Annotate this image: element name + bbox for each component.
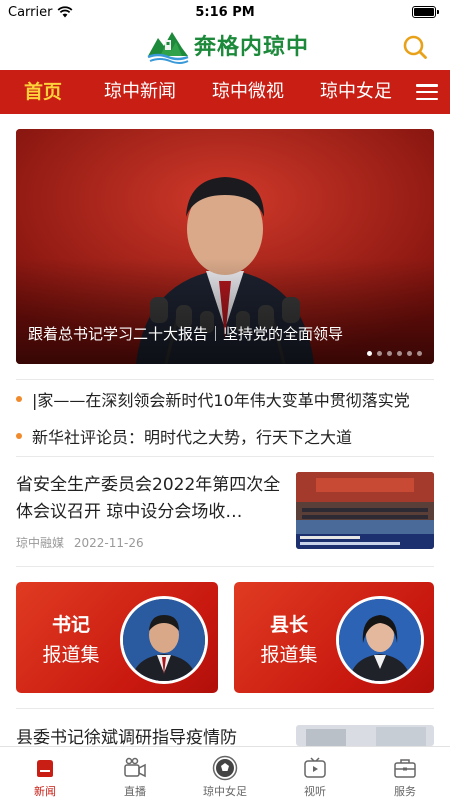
card-title: 县长 bbox=[269, 614, 308, 636]
briefcase-icon bbox=[394, 759, 416, 778]
carousel-dot bbox=[387, 351, 392, 356]
divider bbox=[16, 456, 434, 457]
carousel-dot bbox=[397, 351, 402, 356]
bullet-icon bbox=[16, 433, 22, 439]
tab-label: 直播 bbox=[124, 785, 146, 798]
news-thumbnail bbox=[296, 725, 434, 746]
tab-audio-video[interactable]: 视听 bbox=[270, 747, 360, 800]
banner-caption: 跟着总书记学习二十大报告｜坚持党的全面领导 bbox=[28, 325, 344, 343]
nav-tab-qiongzhong-football[interactable]: 琼中女足 bbox=[302, 70, 410, 114]
banner-carousel[interactable]: 跟着总书记学习二十大报告｜坚持党的全面领导 bbox=[16, 129, 434, 364]
nav-tab-home[interactable]: 首页 bbox=[0, 70, 86, 114]
carousel-indicator bbox=[367, 351, 422, 356]
news-item[interactable]: 省安全生产委员会2022年第四次全体会议召开 琼中设分会场收… 琼中融媒 202… bbox=[16, 472, 434, 556]
app-header: 奔格内琼中 bbox=[0, 24, 450, 70]
divider bbox=[16, 379, 434, 380]
carousel-dot bbox=[367, 351, 372, 356]
tab-live[interactable]: 直播 bbox=[90, 747, 180, 800]
status-bar: Carrier 5:16 PM bbox=[0, 0, 450, 24]
carousel-dot bbox=[407, 351, 412, 356]
secretary-report-card[interactable]: 书记 报道集 bbox=[16, 582, 218, 693]
news-title: 县委书记徐斌调研指导疫情防 bbox=[16, 728, 237, 746]
news-thumbnail bbox=[296, 472, 434, 549]
headline-text: 新华社评论员：明时代之大势，行天下之大道 bbox=[32, 428, 353, 447]
headline-item[interactable]: 新华社评论员：明时代之大势，行天下之大道 bbox=[16, 423, 436, 449]
nav-tab-qiongzhong-news[interactable]: 琼中新闻 bbox=[86, 70, 194, 114]
news-item[interactable]: 县委书记徐斌调研指导疫情防 bbox=[16, 725, 434, 746]
avatar bbox=[120, 596, 208, 684]
tab-label: 视听 bbox=[304, 785, 326, 798]
tab-news[interactable]: 新闻 bbox=[0, 747, 90, 800]
carousel-dot bbox=[417, 351, 422, 356]
card-subtitle: 报道集 bbox=[42, 644, 100, 666]
bullet-icon bbox=[16, 396, 22, 402]
soccer-ball-icon bbox=[212, 755, 238, 781]
battery-icon bbox=[412, 6, 439, 18]
news-title: 省安全生产委员会2022年第四次全体会议召开 琼中设分会场收… bbox=[16, 475, 281, 522]
card-subtitle: 报道集 bbox=[260, 644, 318, 666]
tab-label: 琼中女足 bbox=[203, 785, 247, 798]
menu-icon[interactable] bbox=[416, 82, 438, 102]
nav-tab-qiongzhong-video[interactable]: 琼中微视 bbox=[194, 70, 302, 114]
card-title: 书记 bbox=[51, 614, 90, 636]
tab-label: 新闻 bbox=[34, 785, 56, 798]
divider bbox=[16, 708, 434, 709]
tab-qiongzhong-football[interactable]: 琼中女足 bbox=[180, 747, 270, 800]
news-icon bbox=[37, 760, 53, 777]
logo-mountain-icon bbox=[147, 32, 189, 64]
tv-play-icon bbox=[304, 757, 326, 778]
divider bbox=[16, 566, 434, 567]
app-logo: 奔格内琼中 bbox=[146, 26, 309, 64]
headline-item[interactable]: |家——在深刻领会新时代10年伟大变革中贯彻落实党 bbox=[16, 386, 436, 412]
tab-label: 服务 bbox=[394, 785, 416, 798]
tab-services[interactable]: 服务 bbox=[360, 747, 450, 800]
news-source: 琼中融媒 bbox=[16, 536, 65, 550]
avatar bbox=[336, 596, 424, 684]
wifi-icon bbox=[58, 6, 73, 18]
county-head-report-card[interactable]: 县长 报道集 bbox=[234, 582, 434, 693]
carrier-label: Carrier bbox=[8, 4, 53, 20]
channel-nav: 首页 琼中新闻 琼中微视 琼中女足 bbox=[0, 70, 450, 114]
carousel-dot bbox=[377, 351, 382, 356]
search-icon[interactable] bbox=[402, 34, 428, 60]
news-date: 2022-11-26 bbox=[73, 536, 144, 550]
logo-text: 奔格内琼中 bbox=[194, 34, 310, 60]
headline-text: |家——在深刻领会新时代10年伟大变革中贯彻落实党 bbox=[32, 391, 410, 410]
bottom-tab-bar: 新闻 直播 琼中女足 视听 服务 bbox=[0, 746, 450, 800]
live-camera-icon bbox=[124, 757, 146, 778]
